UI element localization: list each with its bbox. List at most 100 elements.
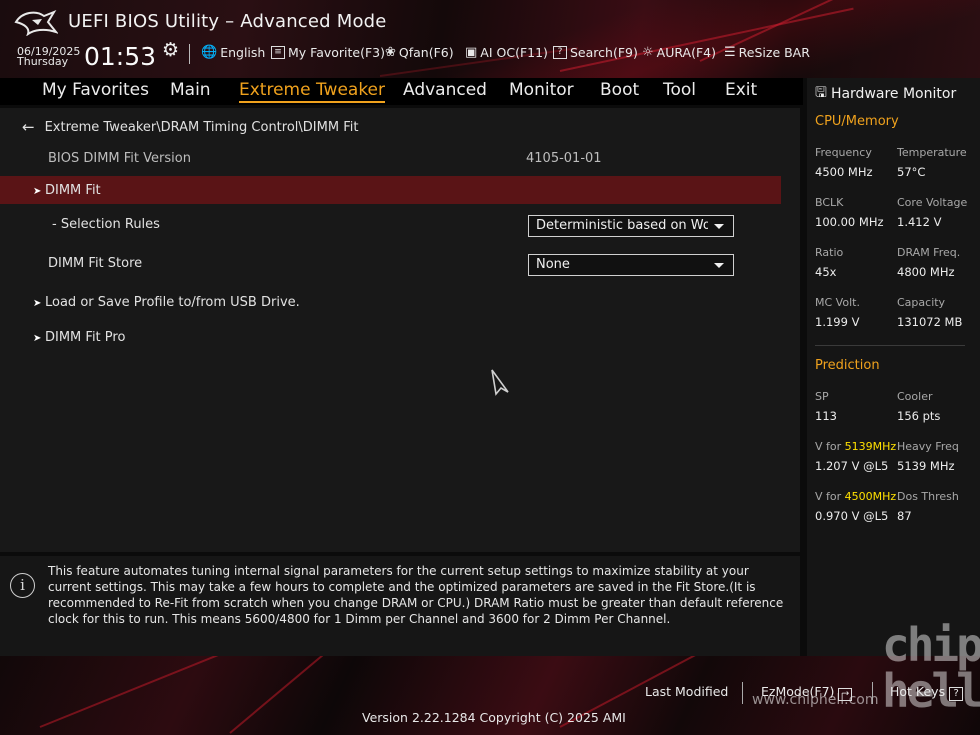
hardware-monitor-label: Hardware Monitor (830, 86, 957, 102)
clock-time: 01:53 (84, 42, 157, 71)
dimm-fit-pro-item[interactable]: ➤ DIMM Fit Pro (33, 330, 125, 345)
dos-thresh-label: Dos Thresh (897, 490, 959, 503)
search-help-icon: ? (553, 46, 567, 59)
hot-keys-button[interactable]: Hot Keys ? (890, 684, 964, 701)
info-icon: i (10, 573, 35, 598)
frequency-value: 4500 MHz (815, 165, 873, 179)
ai-oc-button[interactable]: ▣ AI OC(F11) (465, 45, 548, 60)
resize-bar-icon: ☰ (724, 45, 736, 60)
v-for-2-freq: 4500MHz (844, 490, 897, 503)
v-for-2-label: V for 4500MHz (815, 490, 896, 503)
tab-tool[interactable]: Tool (663, 80, 696, 100)
tab-extreme-tweaker[interactable]: Extreme Tweaker (239, 80, 386, 103)
breadcrumb-path: Extreme Tweaker\DRAM Timing Control\DIMM… (44, 120, 359, 135)
heavy-freq-label: Heavy Freq (897, 440, 959, 453)
exit-arrow-icon: → (838, 688, 853, 701)
selection-rules-label: - Selection Rules (52, 217, 160, 232)
capacity-label: Capacity (897, 296, 946, 309)
mc-volt-label: MC Volt. (815, 296, 860, 309)
v-for-1-freq: 5139MHz (844, 440, 897, 453)
qfan-button[interactable]: ❀ Qfan(F6) (385, 45, 454, 60)
globe-icon: 🌐 (201, 45, 218, 60)
last-modified-button[interactable]: Last Modified (645, 684, 728, 699)
tab-main[interactable]: Main (170, 80, 211, 100)
footer-divider (872, 682, 873, 704)
v-for-1-value: 1.207 V @L5 (815, 459, 889, 473)
prediction-title: Prediction (815, 358, 880, 373)
bclk-label: BCLK (815, 196, 844, 209)
search-button[interactable]: ? Search(F9) (553, 45, 638, 60)
hot-keys-label: Hot Keys (890, 684, 946, 699)
chevron-right-icon: ➤ (33, 333, 42, 344)
mouse-cursor-icon (491, 369, 509, 396)
ezmode-button[interactable]: EzMode(F7) → (761, 684, 853, 701)
cpu-memory-title: CPU/Memory (815, 114, 899, 129)
temperature-label: Temperature (897, 146, 967, 159)
resize-bar-button[interactable]: ☰ ReSize BAR (724, 45, 810, 60)
dimm-fit-label: DIMM Fit (45, 183, 101, 198)
qfan-label: Qfan(F6) (398, 45, 454, 60)
chip-icon: ▣ (465, 45, 478, 60)
fan-icon: ❀ (385, 45, 396, 60)
version-copyright: Version 2.22.1284 Copyright (C) 2025 AMI (362, 710, 626, 725)
chevron-right-icon: ➤ (33, 298, 42, 309)
chevron-right-icon: ➤ (33, 186, 42, 197)
selection-rules-dropdown[interactable]: Deterministic based on Wo (528, 215, 734, 237)
v-for-prefix: V for (815, 490, 845, 503)
decor-slash (39, 656, 282, 728)
back-arrow-icon[interactable]: ← (22, 120, 35, 135)
tab-monitor[interactable]: Monitor (509, 80, 574, 100)
mc-volt-value: 1.199 V (815, 315, 860, 329)
language-label: English (220, 45, 266, 60)
aura-button[interactable]: ☼ AURA(F4) (642, 45, 716, 60)
dimm-fit-pro-label: DIMM Fit Pro (45, 330, 126, 345)
dimm-fit-store-label: DIMM Fit Store (48, 256, 143, 271)
tab-exit[interactable]: Exit (725, 80, 757, 100)
app-title: UEFI BIOS Utility – Advanced Mode (68, 11, 387, 32)
day-text: Thursday (17, 55, 69, 68)
aura-label: AURA(F4) (656, 45, 716, 60)
dos-thresh-value: 87 (897, 509, 912, 523)
sp-value: 113 (815, 409, 837, 423)
aura-light-icon: ☼ (642, 45, 654, 60)
dram-freq-value: 4800 MHz (897, 265, 955, 279)
v-for-2-value: 0.970 V @L5 (815, 509, 889, 523)
help-description: This feature automates tuning internal s… (48, 564, 784, 626)
rog-logo-icon (14, 9, 58, 36)
search-label: Search(F9) (570, 45, 638, 60)
dimm-fit-row[interactable] (0, 176, 781, 204)
tab-my-favorites[interactable]: My Favorites (42, 80, 149, 100)
cooler-label: Cooler (897, 390, 933, 403)
dimm-fit-store-dropdown[interactable]: None (528, 254, 734, 276)
dram-freq-label: DRAM Freq. (897, 246, 961, 259)
heavy-freq-value: 5139 MHz (897, 459, 955, 473)
favorite-icon: ≡ (271, 46, 285, 59)
ai-oc-label: AI OC(F11) (480, 45, 548, 60)
help-key-icon: ? (949, 687, 964, 701)
tab-boot[interactable]: Boot (600, 80, 639, 100)
footer-divider (742, 682, 743, 704)
v-for-1-label: V for 5139MHz (815, 440, 896, 453)
tab-advanced[interactable]: Advanced (403, 80, 487, 100)
bios-dimm-fit-version-value: 4105-01-01 (526, 151, 602, 166)
toolbar-divider (189, 44, 190, 64)
ratio-label: Ratio (815, 246, 844, 259)
my-favorite-label: My Favorite(F3) (288, 45, 386, 60)
language-button[interactable]: 🌐 English (201, 45, 265, 60)
load-save-profile-item[interactable]: ➤ Load or Save Profile to/from USB Drive. (33, 295, 300, 310)
bios-dimm-fit-version-label: BIOS DIMM Fit Version (48, 151, 191, 166)
chevron-down-icon (714, 224, 724, 229)
resize-bar-label: ReSize BAR (738, 45, 810, 60)
chevron-down-icon (714, 263, 724, 268)
cooler-value: 156 pts (897, 409, 941, 423)
section-divider (815, 345, 965, 346)
ezmode-label: EzMode(F7) (761, 684, 835, 699)
settings-gear-icon[interactable]: ⚙ (162, 39, 179, 61)
core-voltage-label: Core Voltage (897, 196, 968, 209)
my-favorite-button[interactable]: ≡ My Favorite(F3) (271, 45, 385, 60)
capacity-value: 131072 MB (897, 315, 963, 329)
sp-label: SP (815, 390, 829, 403)
dimm-fit-item[interactable]: ➤ DIMM Fit (33, 183, 101, 198)
dimm-fit-store-value: None (536, 257, 570, 272)
breadcrumb: ← Extreme Tweaker\DRAM Timing Control\DI… (22, 120, 359, 136)
